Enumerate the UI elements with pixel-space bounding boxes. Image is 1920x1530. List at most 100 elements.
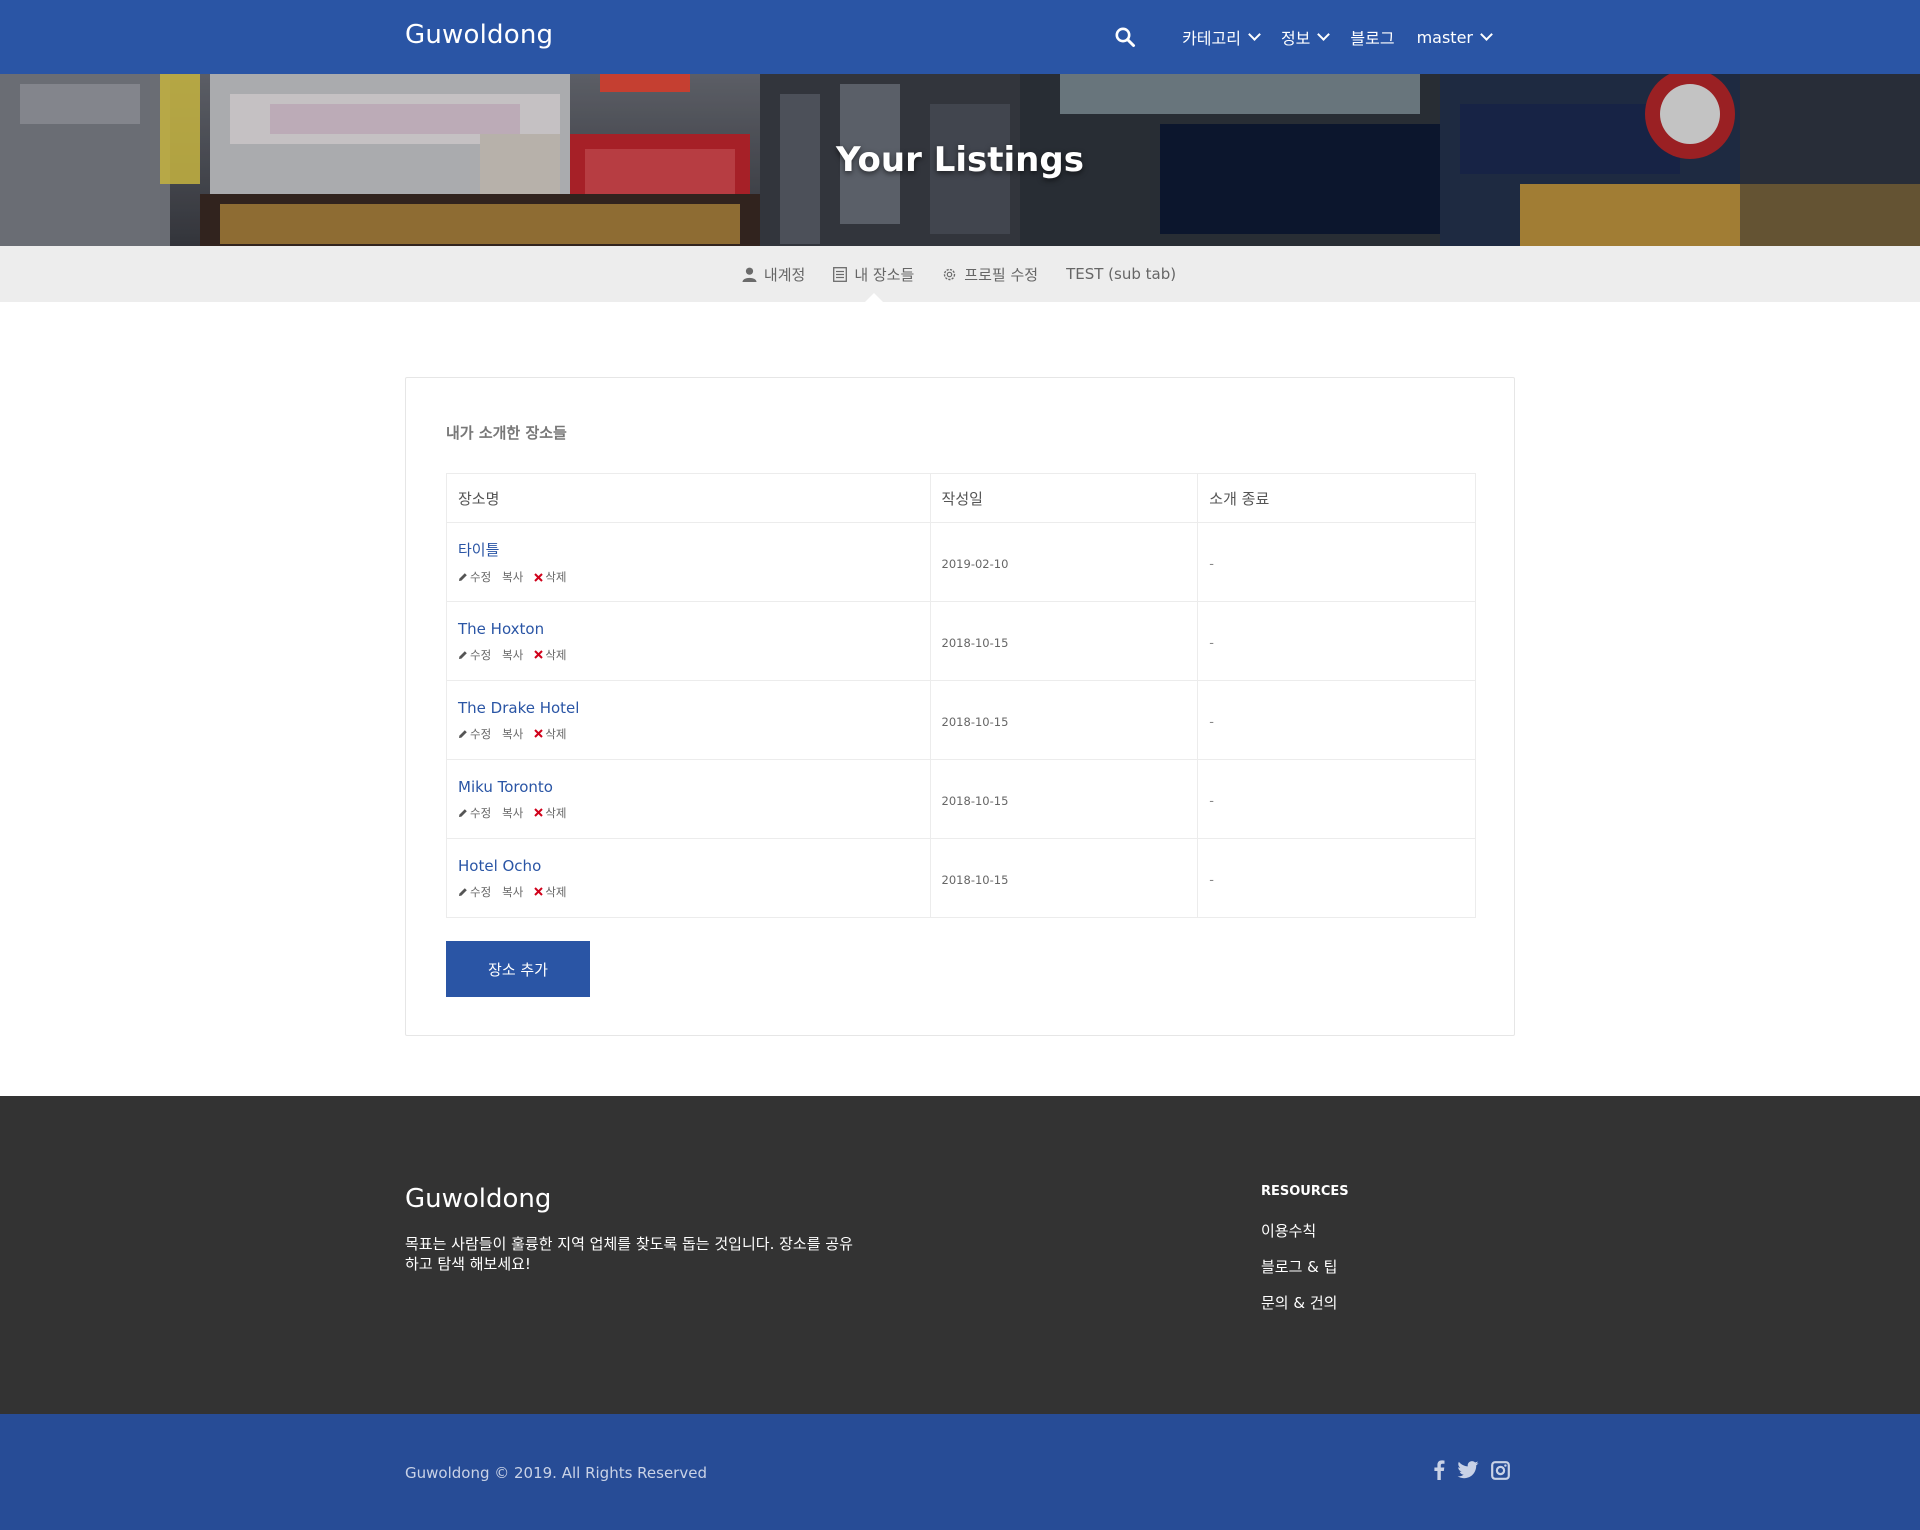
created-date: 2018-10-15: [941, 714, 1009, 729]
listing-name-link[interactable]: Miku Toronto: [458, 778, 930, 796]
delete-button[interactable]: 삭제: [534, 647, 567, 663]
end-value: -: [1209, 556, 1214, 572]
listing-name-link[interactable]: 타이틀: [458, 539, 930, 560]
edit-label: 수정: [470, 726, 492, 741]
delete-label: 삭제: [545, 570, 567, 584]
edit-button[interactable]: 수정: [458, 726, 491, 742]
copyright-text: Guwoldong © 2019. All Rights Reserved: [405, 1464, 707, 1482]
table-row: Miku Toronto 수정 복사 삭제 2018-10-15 -: [446, 759, 1476, 839]
table-row: Hotel Ocho 수정 복사 삭제 2018-10-15 -: [446, 838, 1476, 918]
tab-label: 프로필 수정: [964, 265, 1039, 284]
nav-item-category[interactable]: 카테고리: [1182, 25, 1261, 49]
instagram-icon[interactable]: [1491, 1460, 1510, 1480]
edit-label: 수정: [470, 884, 492, 899]
copy-label: 복사: [502, 570, 524, 584]
footer-link-contact[interactable]: 문의 & 건의: [1261, 1293, 1337, 1329]
brand-logo[interactable]: Guwoldong: [405, 20, 553, 50]
footer-link-terms[interactable]: 이용수칙: [1261, 1221, 1337, 1257]
footer-resources-links: 이용수칙 블로그 & 팁 문의 & 건의: [1261, 1221, 1337, 1329]
nav-item-label: 정보: [1280, 29, 1311, 48]
copy-label: 복사: [502, 884, 524, 899]
column-header-date: 작성일: [929, 473, 1199, 523]
main-nav: 카테고리 정보 블로그 master: [1114, 0, 1493, 74]
delete-label: 삭제: [545, 884, 567, 899]
delete-label: 삭제: [545, 647, 567, 662]
created-date: 2019-02-10: [941, 556, 1009, 571]
pencil-icon: [458, 808, 468, 818]
delete-button[interactable]: 삭제: [534, 569, 567, 585]
listing-name-link[interactable]: The Drake Hotel: [458, 699, 930, 717]
end-value: -: [1209, 714, 1214, 730]
twitter-icon[interactable]: [1457, 1461, 1479, 1479]
footer-description: 목표는 사람들이 훌륭한 지역 업체를 찾도록 돕는 것입니다. 장소를 공유하…: [405, 1235, 853, 1273]
end-value: -: [1209, 635, 1214, 651]
tab-label: 내계정: [763, 265, 806, 284]
close-icon: [534, 808, 544, 817]
copy-button[interactable]: 복사: [502, 805, 523, 821]
edit-button[interactable]: 수정: [458, 569, 491, 585]
hero-banner: Your Listings: [0, 74, 1920, 246]
pencil-icon: [458, 729, 468, 739]
account-subtabs: 내계정 내 장소들 프로필 수정 TEST (sub tab): [0, 246, 1920, 302]
top-navbar: Guwoldong 카테고리 정보 블로그 master: [0, 0, 1920, 74]
nav-item-blog[interactable]: 블로그: [1350, 25, 1394, 49]
footer-resources-heading: RESOURCES: [1261, 1184, 1349, 1199]
chevron-down-icon: [1317, 28, 1331, 41]
cell-end-date: -: [1197, 838, 1476, 918]
edit-button[interactable]: 수정: [458, 884, 491, 900]
search-icon[interactable]: [1114, 26, 1136, 48]
cell-end-date: -: [1197, 522, 1476, 602]
pencil-icon: [458, 572, 468, 582]
copy-label: 복사: [502, 647, 524, 662]
delete-label: 삭제: [545, 805, 567, 820]
table-row: 타이틀수정 복사 삭제 2019-02-10 -: [446, 522, 1476, 602]
edit-label: 수정: [470, 570, 492, 584]
copy-button[interactable]: 복사: [502, 726, 523, 742]
delete-button[interactable]: 삭제: [534, 726, 567, 742]
add-listing-button[interactable]: 장소 추가: [446, 941, 590, 997]
edit-button[interactable]: 수정: [458, 647, 491, 663]
listing-actions: 수정 복사 삭제: [458, 569, 930, 585]
tab-my-account[interactable]: 내계정: [742, 246, 805, 302]
listing-actions: 수정 복사 삭제: [458, 726, 930, 742]
table-row: The Hoxton 수정 복사 삭제 2018-10-15 -: [446, 601, 1476, 681]
listing-actions: 수정 복사 삭제: [458, 805, 930, 821]
end-value: -: [1209, 793, 1214, 809]
user-icon: [742, 267, 757, 282]
cell-created-date: 2019-02-10: [929, 522, 1199, 602]
footer-link-blog-tips[interactable]: 블로그 & 팁: [1261, 1257, 1337, 1293]
tab-edit-profile[interactable]: 프로필 수정: [942, 246, 1038, 302]
copy-button[interactable]: 복사: [502, 647, 523, 663]
tab-my-listings[interactable]: 내 장소들: [833, 246, 914, 302]
table-row: The Drake Hotel 수정 복사 삭제 2018-10-15 -: [446, 680, 1476, 760]
close-icon: [534, 887, 544, 896]
created-date: 2018-10-15: [941, 793, 1009, 808]
copy-button[interactable]: 복사: [502, 569, 523, 585]
cell-listing-name: Miku Toronto 수정 복사 삭제: [446, 759, 931, 839]
end-value: -: [1209, 872, 1214, 888]
gear-icon: [942, 267, 957, 282]
cell-created-date: 2018-10-15: [929, 838, 1199, 918]
listing-name-link[interactable]: The Hoxton: [458, 620, 930, 638]
facebook-icon[interactable]: [1433, 1460, 1445, 1480]
delete-button[interactable]: 삭제: [534, 805, 567, 821]
delete-button[interactable]: 삭제: [534, 884, 567, 900]
edit-button[interactable]: 수정: [458, 805, 491, 821]
created-date: 2018-10-15: [941, 872, 1009, 887]
nav-item-label: 카테고리: [1182, 29, 1241, 48]
close-icon: [534, 729, 544, 738]
tab-test-sub-tab[interactable]: TEST (sub tab): [1066, 246, 1176, 302]
nav-item-user-menu[interactable]: master: [1417, 28, 1493, 47]
cell-created-date: 2018-10-15: [929, 759, 1199, 839]
cell-end-date: -: [1197, 759, 1476, 839]
close-icon: [534, 572, 544, 582]
copy-button[interactable]: 복사: [502, 884, 523, 900]
page-title: Your Listings: [836, 140, 1084, 180]
nav-item-info[interactable]: 정보: [1280, 25, 1331, 49]
pencil-icon: [458, 650, 468, 660]
listing-name-link[interactable]: Hotel Ocho: [458, 857, 930, 875]
listings-card: 내가 소개한 장소들 장소명 작성일 소개 종료 타이틀 수정 복사 삭제 2019-0…: [405, 377, 1515, 1036]
cell-end-date: -: [1197, 601, 1476, 681]
column-header-name: 장소명: [446, 473, 931, 523]
cell-listing-name: The Hoxton 수정 복사 삭제: [446, 601, 931, 681]
